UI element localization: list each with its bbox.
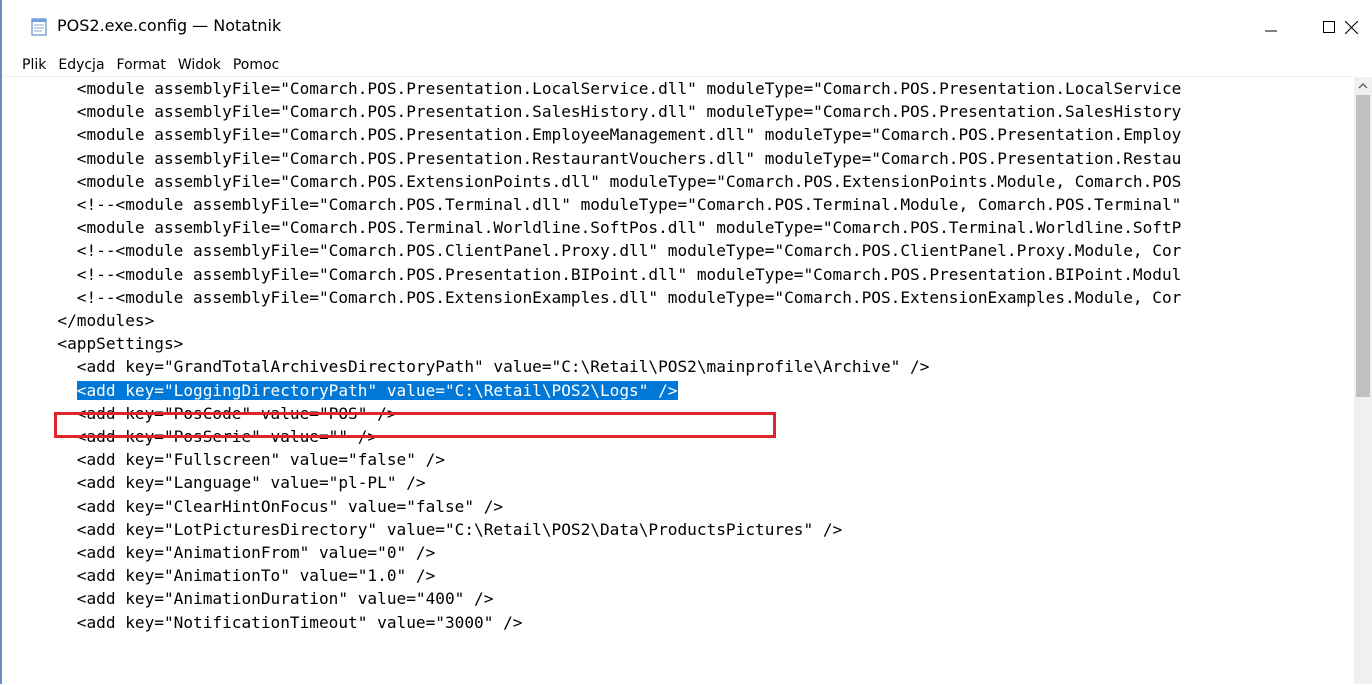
editor-line: <!--<module assemblyFile="Comarch.POS.Te… [38,195,1182,214]
editor-line: <add key="LoggingDirectoryPath" value="C… [38,379,678,402]
selected-text: <add key="LoggingDirectoryPath" value="C… [76,380,678,400]
menu-edycja[interactable]: Edycja [52,54,110,76]
notepad-icon [31,18,47,36]
scroll-thumb[interactable] [1356,95,1370,397]
editor-line: <!--<module assemblyFile="Comarch.POS.Cl… [38,241,1182,261]
menu-pomoc[interactable]: Pomoc [227,54,285,76]
editor-line: <add key="Language" value="pl-PL" /> [38,473,426,493]
scroll-up-arrow-icon [1358,83,1368,89]
minimize-button[interactable] [1242,0,1300,54]
editor-line: <add key="GrandTotalArchivesDirectoryPat… [38,357,930,377]
editor-line: <appSettings> [38,334,184,354]
editor-line: <!--<module assemblyFile="Comarch.POS.Ex… [38,287,1182,307]
minimize-icon [1265,30,1277,32]
editor-line: <add key="ClearHintOnFocus" value="false… [38,496,504,516]
vertical-scrollbar[interactable] [1354,77,1372,684]
editor-line: <add key="AnimationTo" value="1.0" /> [38,566,436,586]
menu-format[interactable]: Format [111,54,172,76]
menu-bar: Plik Edycja Format Widok Pomoc [2,54,1372,76]
editor-line: <module assemblyFile="Comarch.POS.Presen… [38,102,1182,122]
editor-line: <module assemblyFile="Comarch.POS.Termin… [38,218,1182,238]
menu-plik[interactable]: Plik [16,54,52,76]
menu-widok[interactable]: Widok [172,54,227,76]
close-icon [1345,20,1358,34]
text-editor[interactable]: <module assemblyFile="Comarch.POS.Presen… [2,76,1354,685]
title-bar[interactable]: POS2.exe.config — Notatnik [2,0,1372,54]
editor-line: <add key="LotPicturesDirectory" value="C… [38,519,843,539]
editor-line: <add key="Fullscreen" value="false" /> [38,450,445,470]
editor-line: </modules> [38,311,155,330]
editor-line: <module assemblyFile="Comarch.POS.Presen… [38,125,1182,145]
window-title: POS2.exe.config — Notatnik [57,16,282,35]
editor-line: <!--<module assemblyFile="Comarch.POS.Pr… [38,264,1182,284]
close-button[interactable] [1329,0,1372,54]
editor-line: <add key="PosSerie" value="" /> [38,427,378,446]
editor-line: <add key="AnimationDuration" value="400"… [38,589,494,609]
scroll-up-button[interactable] [1354,77,1372,95]
editor-line: <add key="NotificationTimeout" value="30… [38,612,523,632]
editor-line: <module assemblyFile="Comarch.POS.Extens… [38,171,1182,191]
editor-line: <add key="PosCode" value="POS" /> [38,403,397,423]
editor-line: <module assemblyFile="Comarch.POS.Presen… [38,148,1182,168]
editor-line: <module assemblyFile="Comarch.POS.Presen… [38,79,1182,98]
editor-line: <add key="AnimationFrom" value="0" /> [38,543,436,562]
